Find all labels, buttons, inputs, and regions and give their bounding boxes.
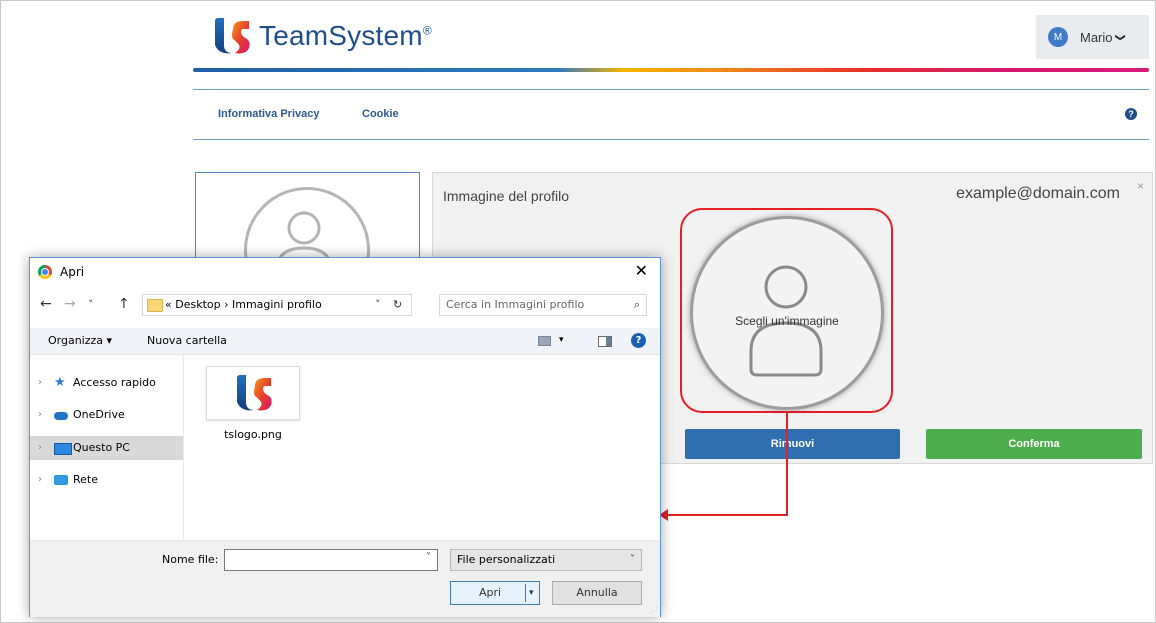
- page: TeamSystem® M Mario ❯ Informativa Privac…: [0, 0, 1156, 623]
- organize-menu[interactable]: Organizza ▾: [48, 334, 112, 347]
- chevron-right-icon: ›: [38, 474, 42, 485]
- file-open-dialog: Apri ✕ ← → ˅ ↑ « Desktop › Immagini prof…: [29, 257, 661, 617]
- divider: [193, 139, 1149, 140]
- cancel-button[interactable]: Annulla: [552, 581, 642, 605]
- connector-line: [786, 412, 788, 516]
- registered-mark: ®: [422, 23, 432, 38]
- brand-color-bar: [193, 68, 1149, 72]
- dialog-toolbar: Organizza ▾ Nuova cartella ▾ ?: [30, 328, 660, 355]
- back-arrow-icon[interactable]: ←: [40, 296, 52, 312]
- dialog-titlebar[interactable]: Apri ✕: [30, 258, 660, 286]
- navigation-pane: › ★ Accesso rapido › OneDrive › Questo P…: [30, 355, 184, 540]
- filetype-select[interactable]: File personalizzati ˅: [450, 549, 642, 571]
- filename-input[interactable]: ˅: [224, 549, 438, 571]
- resize-grip-icon[interactable]: ⋰: [650, 606, 658, 615]
- help-icon[interactable]: ?: [631, 333, 646, 348]
- privacy-link[interactable]: Informativa Privacy: [218, 108, 320, 120]
- file-thumbnail: [206, 366, 300, 420]
- teamsystem-logo-icon: [237, 375, 272, 411]
- user-name: Mario: [1080, 29, 1113, 45]
- sidebar-item-network[interactable]: › Rete: [30, 468, 183, 492]
- chrome-icon: [38, 265, 52, 279]
- split-divider: [525, 584, 526, 602]
- forward-arrow-icon[interactable]: →: [64, 296, 76, 312]
- chevron-down-icon[interactable]: ▾: [559, 335, 564, 345]
- address-bar[interactable]: « Desktop › Immagini profilo ˅ ↻: [142, 294, 412, 316]
- panel-title: Immagine del profilo: [443, 188, 570, 204]
- divider: [193, 89, 1149, 90]
- teamsystem-logo-icon: [215, 18, 250, 54]
- highlight-frame: Scegli un'immagine: [680, 208, 893, 413]
- network-icon: [54, 475, 68, 485]
- close-icon[interactable]: ✕: [635, 261, 648, 280]
- chevron-right-icon: ›: [38, 377, 42, 388]
- filetype-value: File personalizzati: [457, 553, 556, 566]
- file-name: tslogo.png: [224, 428, 282, 441]
- sidebar-item-quick-access[interactable]: › ★ Accesso rapido: [30, 371, 183, 395]
- user-email: example@domain.com: [956, 185, 1120, 202]
- confirm-button[interactable]: Conferma: [926, 429, 1142, 459]
- star-icon: ★: [54, 375, 66, 390]
- recent-locations-icon[interactable]: ˅: [88, 298, 94, 311]
- sidebar-item-label: Accesso rapido: [73, 376, 156, 389]
- sidebar-item-label: OneDrive: [73, 408, 125, 421]
- dialog-title: Apri: [60, 265, 85, 279]
- brand-name: TeamSystem: [259, 20, 423, 51]
- refresh-icon[interactable]: ↻: [393, 295, 402, 315]
- preview-pane-icon[interactable]: [598, 336, 612, 347]
- sidebar-item-onedrive[interactable]: › OneDrive: [30, 403, 183, 427]
- view-options-icon[interactable]: [538, 336, 551, 346]
- open-label: Apri: [479, 586, 502, 599]
- user-menu[interactable]: M Mario ❯: [1036, 15, 1149, 59]
- choose-image-button[interactable]: Scegli un'immagine: [690, 216, 884, 410]
- choose-image-label: Scegli un'immagine: [735, 314, 839, 328]
- chevron-down-icon: ˅: [630, 554, 635, 565]
- folder-icon: [147, 299, 163, 312]
- cloud-icon: [54, 412, 68, 420]
- cookie-link[interactable]: Cookie: [362, 108, 399, 120]
- chevron-down-icon: ❯: [1114, 32, 1126, 42]
- open-button[interactable]: Apri ▾: [450, 581, 540, 605]
- search-placeholder: Cerca in Immagini profilo: [446, 298, 585, 311]
- sidebar-item-label: Questo PC: [73, 441, 130, 454]
- brand-logo[interactable]: TeamSystem®: [211, 15, 432, 57]
- chevron-down-icon[interactable]: ˅: [375, 295, 381, 315]
- up-arrow-icon[interactable]: ↑: [118, 296, 130, 312]
- new-folder-button[interactable]: Nuova cartella: [147, 334, 227, 347]
- chevron-down-icon[interactable]: ▾: [529, 582, 534, 604]
- navigation-bar: ← → ˅ ↑ « Desktop › Immagini profilo ˅ ↻…: [30, 292, 660, 318]
- connector-line: [667, 514, 788, 516]
- help-icon[interactable]: ?: [1125, 108, 1137, 120]
- sidebar-item-label: Rete: [73, 473, 98, 486]
- search-input[interactable]: Cerca in Immagini profilo ⌕: [439, 294, 647, 316]
- chevron-right-icon: ›: [38, 409, 42, 420]
- profile-card[interactable]: [195, 172, 420, 269]
- chevron-right-icon: ›: [38, 442, 42, 453]
- address-path: « Desktop › Immagini profilo: [165, 298, 322, 311]
- chevron-down-icon[interactable]: ˅: [426, 552, 431, 563]
- file-item[interactable]: tslogo.png: [205, 366, 301, 441]
- search-icon: ⌕: [633, 298, 640, 311]
- sidebar-item-this-pc[interactable]: › Questo PC: [30, 436, 183, 460]
- remove-button[interactable]: Rimuovi: [685, 429, 900, 459]
- computer-icon: [54, 443, 72, 455]
- dialog-footer: Nome file: ˅ File personalizzati ˅ Apri …: [30, 540, 660, 617]
- close-icon[interactable]: ×: [1137, 179, 1144, 193]
- user-avatar: M: [1048, 27, 1068, 47]
- filename-label: Nome file:: [162, 553, 219, 566]
